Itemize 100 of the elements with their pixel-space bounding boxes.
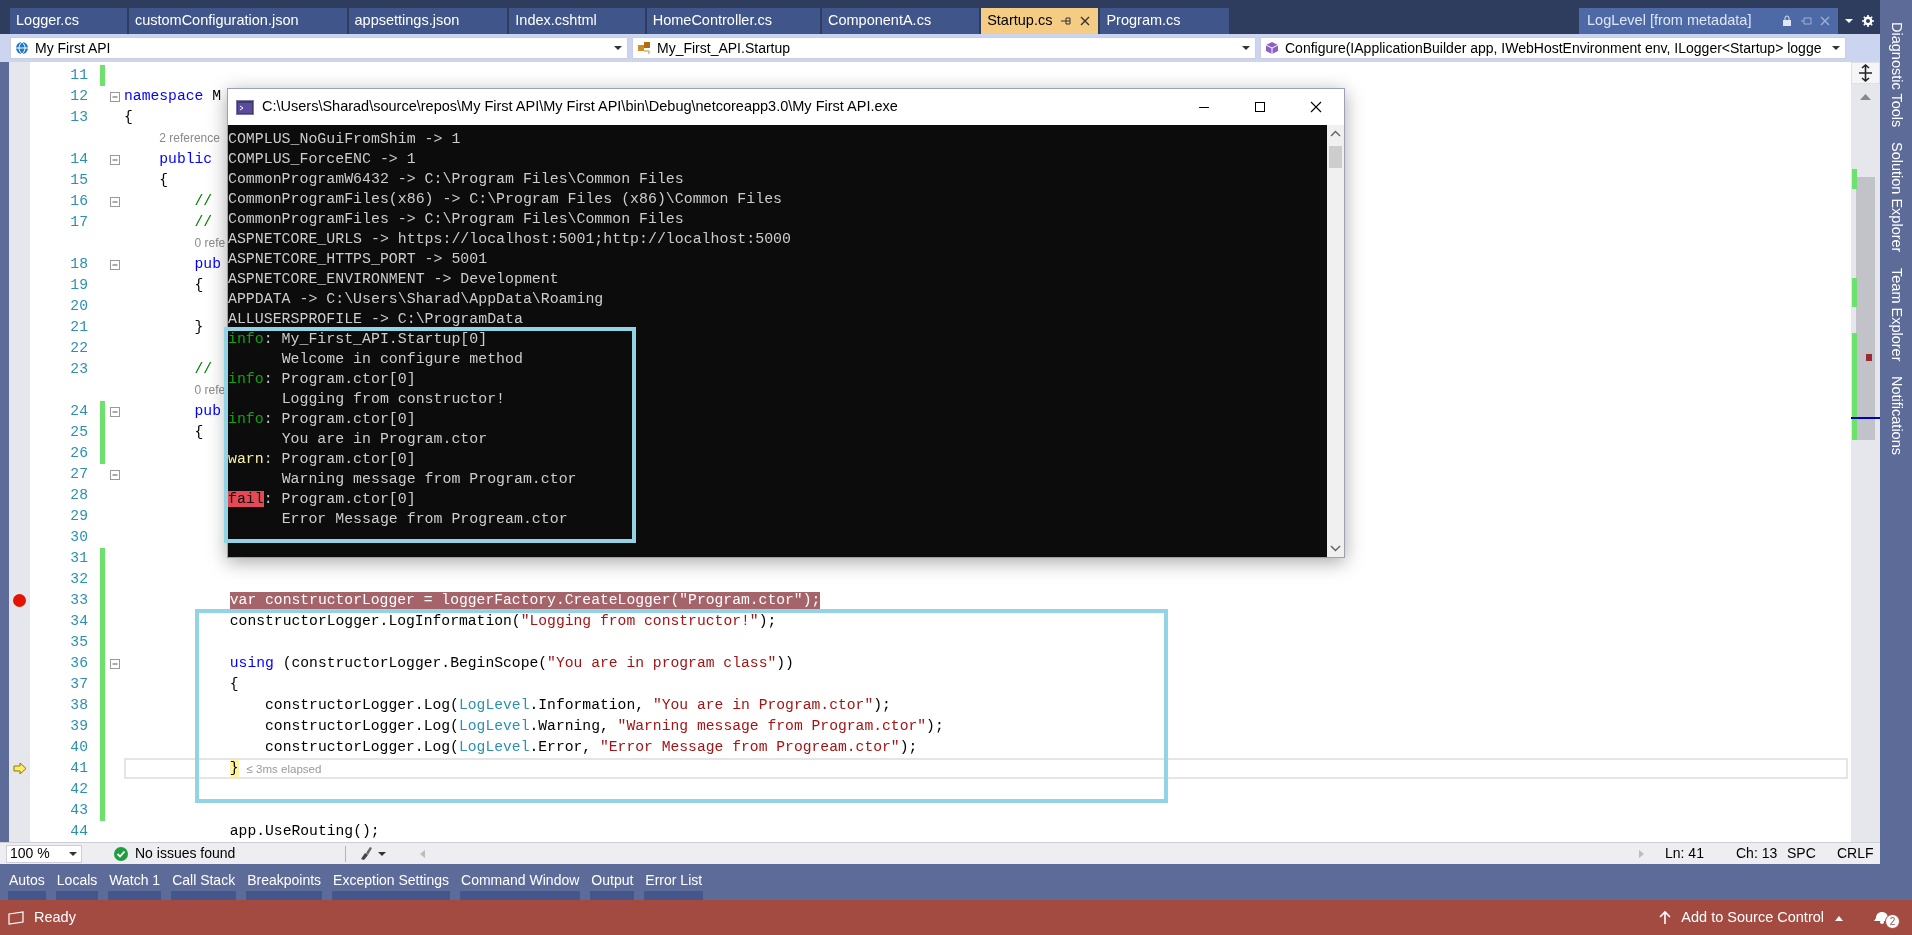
codelens-text[interactable]: 0 refe	[194, 383, 226, 398]
status-text: Ready	[34, 907, 76, 927]
line-number: 35	[70, 634, 88, 650]
line-number: 22	[70, 340, 88, 356]
ready-icon	[8, 910, 24, 925]
code-line: pub	[194, 256, 221, 273]
line-number: 14	[70, 151, 88, 167]
console-text: ALLUSERSPROFILE -> C:\ProgramData	[228, 311, 523, 327]
dropdown-caret-icon[interactable]	[1844, 17, 1854, 25]
console-text: Warning message from Program.ctor	[281, 471, 577, 487]
line-number: 16	[70, 193, 88, 209]
code-line: constructorLogger.LogInformation("Logging from constructor!");	[229, 613, 777, 630]
side-tab[interactable]: Diagnostic Tools	[1885, 22, 1907, 128]
navigation-dropdown[interactable]: My_First_API.Startup	[632, 37, 1256, 59]
line-number: 36	[70, 655, 88, 671]
side-tab[interactable]: Team Explorer	[1885, 267, 1907, 362]
dropdown-caret-icon[interactable]	[68, 849, 78, 858]
line-number: 40	[70, 739, 88, 755]
line-number: 28	[70, 487, 88, 503]
side-tab[interactable]: Notifications	[1885, 376, 1907, 456]
code-line: {	[194, 424, 204, 441]
console-text: : Program.ctor[0]	[263, 371, 416, 387]
lock-icon	[1782, 15, 1792, 27]
collapse-icon[interactable]	[109, 196, 120, 207]
document-tab[interactable]: ComponentA.cs	[822, 8, 980, 34]
codelens-text[interactable]: 2 reference	[159, 131, 220, 146]
notification-badge: 2	[1885, 913, 1900, 929]
collapse-icon[interactable]	[109, 658, 120, 669]
code-line: constructorLogger.Log(LogLevel.Information, "You are in Program.ctor");	[265, 697, 891, 714]
document-tab[interactable]: HomeController.cs	[646, 8, 820, 34]
line-number: 42	[70, 781, 88, 797]
splitter-icon[interactable]	[1851, 62, 1880, 84]
console-text: ASPNETCORE_URLS -> https://localhost:5001;http://localhost:5000	[228, 231, 791, 247]
collapse-icon[interactable]	[109, 259, 120, 270]
line-number: 27	[70, 466, 88, 482]
breakpoint-icon[interactable]	[13, 594, 26, 607]
document-tab[interactable]: Program.cs	[1100, 8, 1229, 34]
column-indicator[interactable]: Ch: 13	[1736, 843, 1787, 864]
dropdown-caret-icon[interactable]	[1831, 44, 1841, 52]
document-tab[interactable]: Index.cshtml	[509, 8, 645, 34]
line-indicator[interactable]: Ln: 41	[1665, 843, 1736, 864]
line-ending-indicator[interactable]: CRLF	[1837, 843, 1880, 864]
document-tab[interactable]: customConfiguration.json	[128, 8, 347, 34]
console-text: : Program.ctor[0]	[263, 491, 416, 507]
code-line: //	[194, 193, 213, 210]
issues-status[interactable]: No issues found	[135, 843, 345, 864]
line-number: 39	[70, 718, 88, 734]
elapsed-hint: ≤ 3ms elapsed	[246, 761, 322, 776]
console-text: ASPNETCORE_ENVIRONMENT -> Development	[228, 271, 559, 287]
dropdown-caret-icon[interactable]	[377, 849, 387, 858]
document-tab[interactable]: appsettings.json	[348, 8, 508, 34]
log-level-tag: info	[228, 331, 264, 347]
line-number: 30	[70, 529, 88, 545]
line-number: 34	[70, 613, 88, 629]
maximize-icon[interactable]	[1254, 101, 1266, 113]
navigation-dropdown[interactable]: My First API	[10, 37, 628, 59]
collapse-icon[interactable]	[109, 469, 120, 480]
console-text: CommonProgramW6432 -> C:\Program Files\Common Files	[228, 171, 684, 187]
code-line: {	[229, 676, 239, 693]
zoom-dropdown[interactable]: 100 %	[6, 844, 82, 863]
log-level-tag: info	[228, 411, 264, 427]
document-tab[interactable]: Logger.cs	[10, 8, 127, 34]
collapse-icon[interactable]	[109, 406, 120, 417]
line-number: 11	[70, 67, 88, 83]
close-icon[interactable]	[1310, 101, 1322, 113]
collapse-icon[interactable]	[109, 154, 120, 165]
line-number: 37	[70, 676, 88, 692]
close-icon[interactable]	[1080, 16, 1091, 26]
whitespace-indicator[interactable]: SPC	[1787, 843, 1837, 864]
line-number: 17	[70, 214, 88, 230]
log-level-tag: info	[228, 371, 264, 387]
codelens-text[interactable]: 0 refe	[194, 236, 226, 251]
dropdown-caret-icon[interactable]	[1241, 44, 1251, 52]
console-text: COMPLUS_ForceENC -> 1	[228, 151, 416, 167]
line-number: 43	[70, 802, 88, 818]
navigation-dropdown[interactable]: Configure(IApplicationBuilder app, IWebHostEnvironment env, ILogger<Startup> logge	[1260, 37, 1846, 59]
line-number: 26	[70, 445, 88, 461]
code-line: {	[194, 277, 204, 294]
brush-icon[interactable]	[358, 846, 373, 861]
document-tab[interactable]: Startup.cs	[981, 8, 1099, 34]
scrollbar[interactable]	[1327, 125, 1344, 557]
line-number: 21	[70, 319, 88, 335]
code-line: constructorLogger.Log(LogLevel.Warning, "Warning message from Program.ctor");	[265, 718, 944, 735]
console-text: : My_First_API.Startup[0]	[263, 331, 488, 347]
code-line: namespace M	[124, 88, 221, 105]
console-text: Welcome in configure method	[281, 351, 523, 367]
console-text: : Program.ctor[0]	[263, 411, 416, 427]
code-line: pub	[194, 403, 221, 420]
console-text: ASPNETCORE_HTTPS_PORT -> 5001	[228, 251, 488, 267]
pin-icon[interactable]	[1060, 16, 1073, 26]
line-number: 19	[70, 277, 88, 293]
console-text: Error Message from Progream.ctor	[281, 511, 568, 527]
dropdown-caret-icon[interactable]	[613, 44, 623, 52]
source-control-button[interactable]: Add to Source Control	[1681, 906, 1824, 929]
side-tab[interactable]: Solution Explorer	[1885, 142, 1907, 253]
code-line: {	[124, 109, 133, 126]
console-text: : Program.ctor[0]	[263, 451, 416, 467]
settings-icon[interactable]	[1862, 15, 1874, 27]
code-line: public	[159, 151, 213, 168]
collapse-icon[interactable]	[109, 91, 120, 102]
